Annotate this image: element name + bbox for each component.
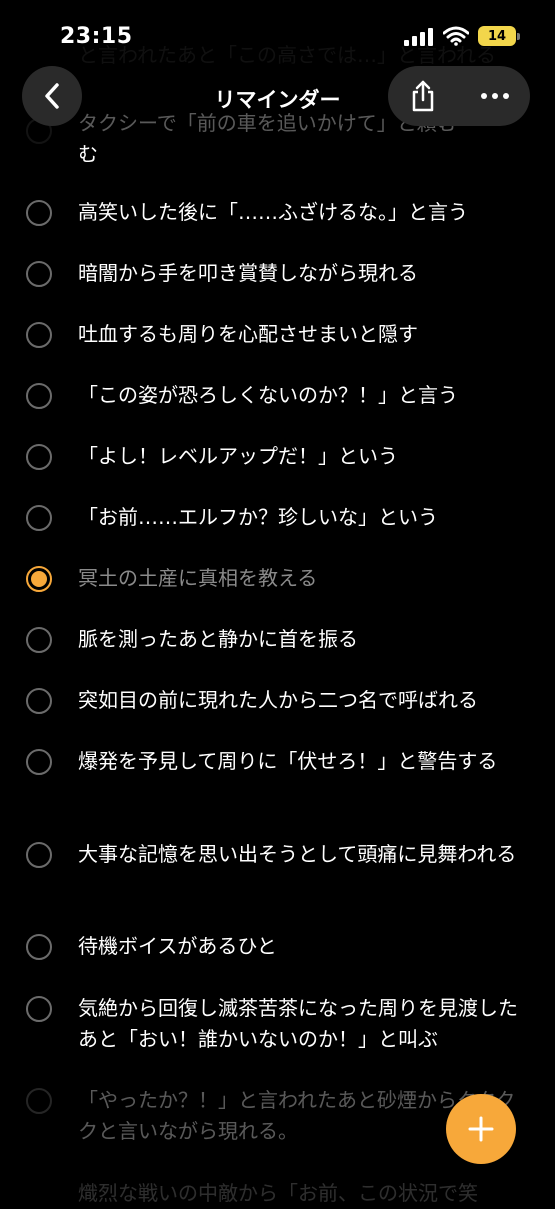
reminder-checkbox[interactable] [26,200,52,226]
reminder-checkbox[interactable] [26,383,52,409]
reminder-text-tail: む [78,142,98,166]
reminder-text[interactable]: 爆発を予見して周りに「伏せろ！」と警告する [78,746,533,777]
reminder-text[interactable]: 吐血するも周りを心配させまいと隠す [78,319,533,350]
reminder-text[interactable]: 「この姿が恐ろしくないのか？！」と言う [78,380,533,411]
reminder-checkbox[interactable] [26,996,52,1022]
header-actions [388,66,530,126]
reminder-text[interactable]: 大事な記憶を思い出そうとして頭痛に見舞われる [78,839,533,870]
reminder-text[interactable]: 気絶から回復し滅茶苦茶になった周りを見渡したあと「おい！誰かいないのか！」と叫ぶ [78,993,533,1055]
reminder-text[interactable]: 暗闇から手を叩き賞賛しながら現れる [78,258,533,289]
reminder-checkbox[interactable] [26,934,52,960]
reminder-checkbox-checked[interactable] [26,566,52,592]
reminder-text[interactable]: 「よし！レベルアップだ！」という [78,441,533,472]
cellular-signal-icon [404,28,433,46]
reminder-checkbox[interactable] [26,627,52,653]
status-time: 23:15 [60,24,133,49]
reminder-text[interactable]: 高笑いした後に「……ふざけるな。」と言う [78,197,533,228]
reminder-text[interactable]: 脈を測ったあと静かに首を振る [78,624,533,655]
share-icon [412,80,434,112]
reminder-text[interactable]: 熾烈な戦いの中敵から「お前、この状況で笑 [78,1178,533,1209]
reminder-checkbox[interactable] [26,261,52,287]
nav-header: リマインダー [0,62,555,132]
reminder-text[interactable]: 「お前……エルフか？珍しいな」という [78,502,533,533]
reminder-checkbox[interactable] [26,1088,52,1114]
status-bar: 23:15 14 [0,0,555,70]
reminder-text[interactable]: 冥土の土産に真相を教える [78,563,533,594]
share-button[interactable] [388,66,458,126]
reminder-checkbox[interactable] [26,444,52,470]
reminder-checkbox[interactable] [26,505,52,531]
plus-icon [468,1116,494,1142]
wifi-icon [443,26,469,46]
reminder-checkbox[interactable] [26,688,52,714]
reminder-checkbox[interactable] [26,749,52,775]
reminder-checkbox[interactable] [26,322,52,348]
more-button[interactable] [460,66,530,126]
reminder-text[interactable]: 待機ボイスがあるひと [78,931,533,962]
reminder-text[interactable]: 突如目の前に現れた人から二つ名で呼ばれる [78,685,533,716]
battery-icon: 14 [478,26,520,46]
more-icon [481,93,509,99]
reminder-checkbox[interactable] [26,842,52,868]
add-reminder-button[interactable] [446,1094,516,1164]
